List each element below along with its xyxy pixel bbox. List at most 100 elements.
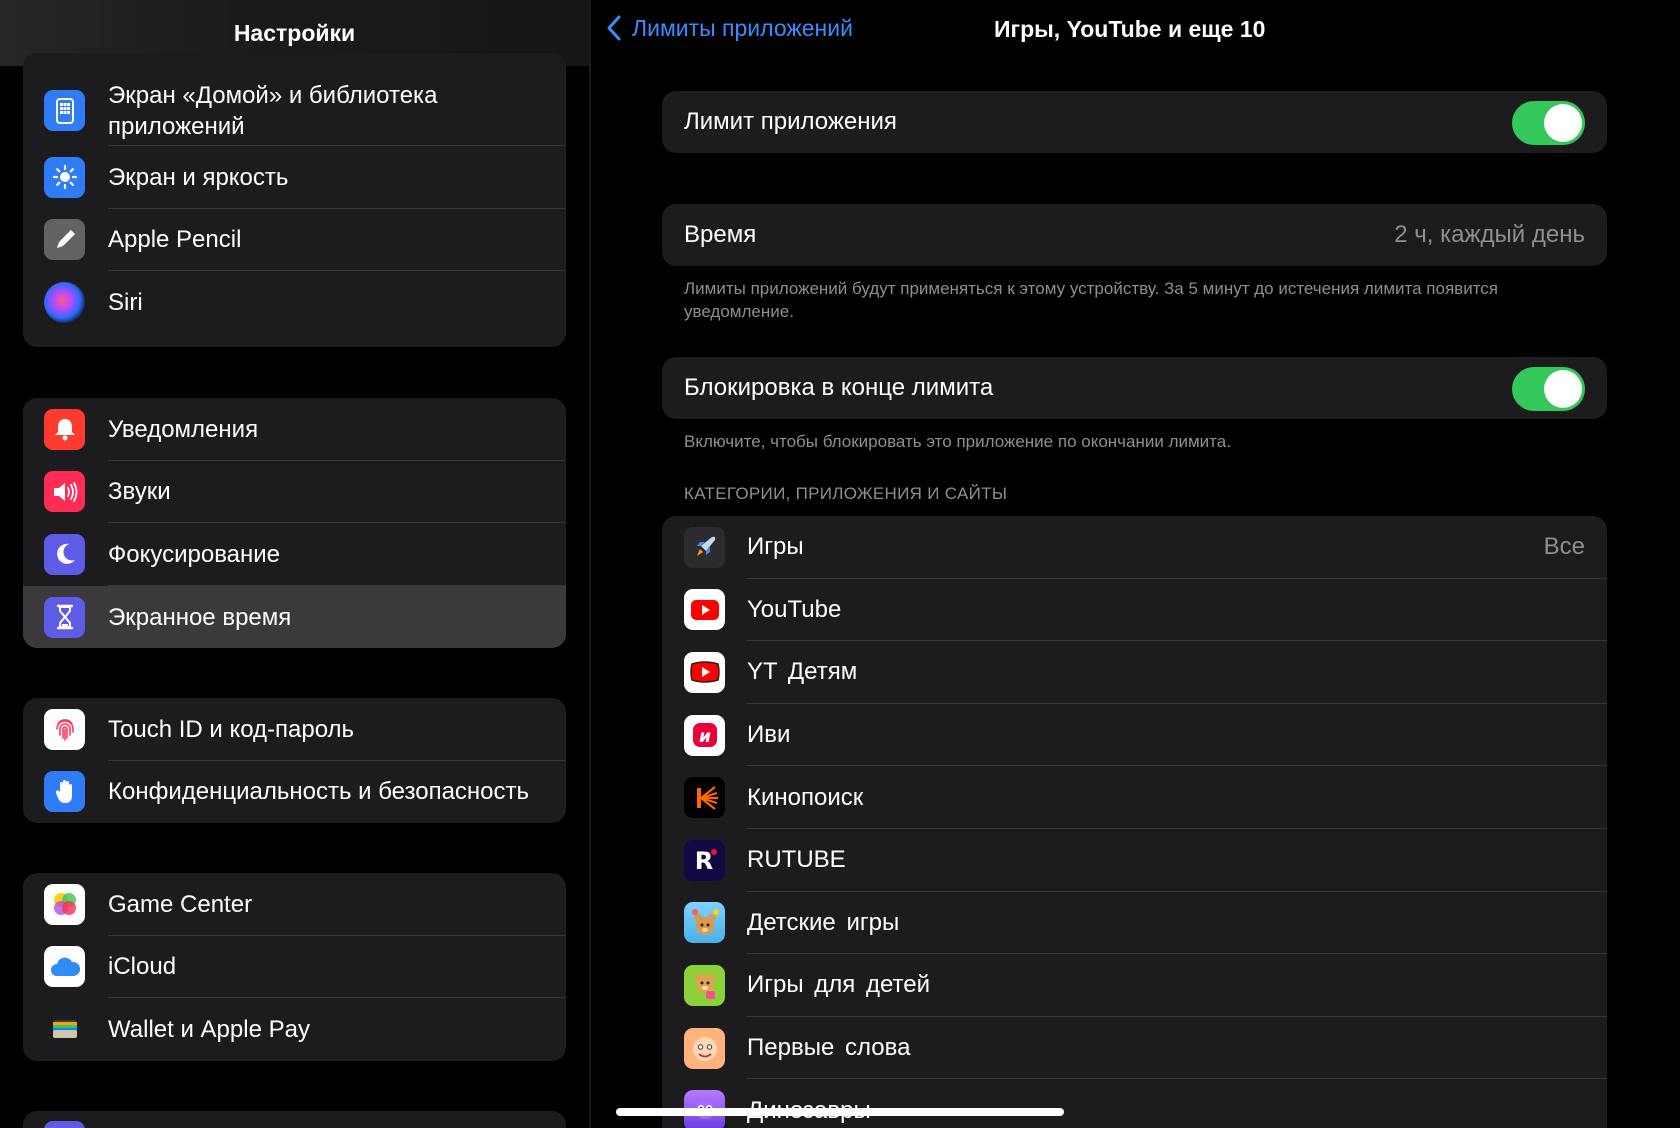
settings-group-display: Экран «Домой» и библиотека приложений Эк… bbox=[23, 53, 566, 347]
time-value: 2 ч, каждый день bbox=[1394, 221, 1585, 249]
sidebar-item-game-center[interactable]: Game Center bbox=[23, 873, 566, 936]
time-row[interactable]: Время 2 ч, каждый день bbox=[662, 204, 1607, 266]
settings-sidebar: Настройки Экран «Домой» и библиотека при… bbox=[0, 0, 589, 1128]
app-row-dinosaurs[interactable]: Динозавры bbox=[662, 1079, 1607, 1128]
svg-text:и: и bbox=[699, 727, 711, 747]
block-card: Блокировка в конце лимита bbox=[662, 357, 1607, 419]
app-row-rutube[interactable]: R RUTUBE bbox=[662, 829, 1607, 892]
cloud-icon bbox=[44, 946, 85, 988]
sidebar-item-label: Фокусирование bbox=[108, 540, 281, 568]
kinopoisk-icon bbox=[684, 777, 725, 819]
toggle-knob bbox=[1544, 104, 1582, 142]
detail-pane: Лимиты приложений Игры, YouTube и еще 10… bbox=[591, 0, 1680, 1128]
rocket-icon bbox=[684, 526, 725, 568]
hourglass-icon bbox=[44, 596, 85, 638]
sidebar-item-label: Экран «Домой» и библиотека приложений bbox=[108, 82, 438, 140]
app-limit-label: Лимит приложения bbox=[684, 108, 897, 136]
sidebar-item-focus[interactable]: Фокусирование bbox=[23, 523, 566, 586]
bell-icon bbox=[44, 408, 85, 450]
time-card: Время 2 ч, каждый день bbox=[662, 204, 1607, 266]
sidebar-item-siri[interactable]: Siri bbox=[23, 271, 566, 334]
sidebar-item-touch-id[interactable]: Touch ID и код-пароль bbox=[23, 698, 566, 761]
app-limit-row: Лимит приложения bbox=[662, 91, 1607, 153]
app-label: Кинопоиск bbox=[747, 783, 864, 811]
apps-list: Игры Все YouTube YT Детям и Иви Кинопоис… bbox=[662, 516, 1607, 1128]
youtube-kids-icon bbox=[684, 651, 725, 693]
time-label: Время bbox=[684, 221, 757, 249]
rutube-icon: R bbox=[684, 839, 725, 881]
app-label: Детские игры bbox=[747, 908, 900, 936]
app-row-games[interactable]: Игры Все bbox=[662, 516, 1607, 579]
sidebar-item-wallet[interactable]: Wallet и Apple Pay bbox=[23, 998, 566, 1061]
app-label: Первые слова bbox=[747, 1034, 911, 1062]
apps-section-header: КАТЕГОРИИ, ПРИЛОЖЕНИЯ И САЙТЫ bbox=[684, 484, 1008, 503]
app-scope-value: Все bbox=[1543, 533, 1585, 561]
games-for-kids-icon bbox=[684, 964, 725, 1006]
sidebar-item-privacy[interactable]: Конфиденциальность и безопасность bbox=[23, 761, 566, 823]
sidebar-title: Настройки bbox=[233, 19, 356, 46]
settings-group-accounts: Game Center iCloud Wallet и Apple Pay bbox=[23, 873, 566, 1061]
svg-text:R: R bbox=[694, 847, 712, 875]
block-label: Блокировка в конце лимита bbox=[684, 374, 994, 402]
settings-group-more bbox=[23, 1111, 566, 1128]
sidebar-item-label: Wallet и Apple Pay bbox=[108, 1015, 310, 1043]
fingerprint-icon bbox=[44, 708, 85, 750]
sun-icon bbox=[44, 156, 85, 198]
sidebar-item-home-screen[interactable]: Экран «Домой» и библиотека приложений bbox=[23, 53, 566, 146]
home-screen-icon bbox=[44, 90, 85, 131]
app-label: RUTUBE bbox=[747, 846, 846, 874]
sidebar-item-label: Конфиденциальность и безопасность bbox=[108, 778, 530, 806]
sidebar-item-label: Уведомления bbox=[108, 415, 259, 443]
sidebar-item-sounds[interactable]: Звуки bbox=[23, 461, 566, 524]
sidebar-item-label: Apple Pencil bbox=[108, 226, 242, 254]
app-row-youtube[interactable]: YouTube bbox=[662, 579, 1607, 642]
sidebar-item-label: iCloud bbox=[108, 953, 177, 981]
app-label: YouTube bbox=[747, 595, 842, 623]
app-row-youtube-kids[interactable]: YT Детям bbox=[662, 641, 1607, 704]
app-limit-card: Лимит приложения bbox=[662, 91, 1607, 153]
first-words-icon bbox=[684, 1027, 725, 1069]
block-toggle[interactable] bbox=[1512, 367, 1585, 411]
sidebar-item-display[interactable]: Экран и яркость bbox=[23, 146, 566, 209]
app-row-kids-games[interactable]: Детские игры bbox=[662, 892, 1607, 955]
youtube-icon bbox=[684, 589, 725, 631]
app-row-games-for-kids[interactable]: Игры для детей bbox=[662, 954, 1607, 1017]
pencil-icon bbox=[44, 219, 85, 261]
game-center-icon bbox=[44, 883, 85, 925]
sidebar-item-label: Game Center bbox=[108, 890, 253, 918]
settings-group-notifications: Уведомления Звуки Фокусирование Экранное… bbox=[23, 398, 566, 648]
home-indicator[interactable] bbox=[616, 1108, 1064, 1116]
sidebar-item-screen-time[interactable]: Экранное время bbox=[23, 585, 566, 648]
time-footnote: Лимиты приложений будут применяться к эт… bbox=[684, 279, 1498, 321]
app-label: Игры для детей bbox=[747, 971, 930, 999]
moon-icon bbox=[44, 533, 85, 575]
sidebar-item-notifications[interactable]: Уведомления bbox=[23, 398, 566, 461]
ivi-icon: и bbox=[684, 714, 725, 756]
sidebar-item-label: Siri bbox=[108, 288, 143, 316]
app-label: Игры bbox=[747, 533, 804, 561]
app-row-ivi[interactable]: и Иви bbox=[662, 704, 1607, 767]
chevron-left-icon bbox=[607, 15, 621, 41]
back-button[interactable]: Лимиты приложений bbox=[606, 14, 853, 42]
sidebar-item-label: Touch ID и код-пароль bbox=[108, 715, 355, 743]
partial-row-icon bbox=[44, 1121, 85, 1128]
siri-icon bbox=[44, 281, 85, 323]
page-title: Игры, YouTube и еще 10 bbox=[994, 16, 1266, 42]
sidebar-item-label: Экран и яркость bbox=[108, 163, 289, 191]
app-row-kinopoisk[interactable]: Кинопоиск bbox=[662, 766, 1607, 829]
sidebar-item-apple-pencil[interactable]: Apple Pencil bbox=[23, 209, 566, 272]
app-label: Иви bbox=[747, 721, 791, 749]
sidebar-item-label: Звуки bbox=[108, 478, 171, 506]
speaker-icon bbox=[44, 471, 85, 513]
toggle-knob bbox=[1544, 370, 1582, 408]
kids-games-icon bbox=[684, 902, 725, 944]
block-footnote: Включите, чтобы блокировать это приложен… bbox=[684, 432, 1231, 451]
sidebar-item-icloud[interactable]: iCloud bbox=[23, 936, 566, 999]
settings-group-security: Touch ID и код-пароль Конфиденциальность… bbox=[23, 698, 566, 823]
app-row-first-words[interactable]: Первые слова bbox=[662, 1017, 1607, 1080]
wallet-icon bbox=[44, 1008, 85, 1050]
sidebar-item-label: Экранное время bbox=[108, 603, 292, 631]
block-row: Блокировка в конце лимита bbox=[662, 357, 1607, 419]
back-label: Лимиты приложений bbox=[632, 14, 853, 41]
app-limit-toggle[interactable] bbox=[1512, 101, 1585, 145]
